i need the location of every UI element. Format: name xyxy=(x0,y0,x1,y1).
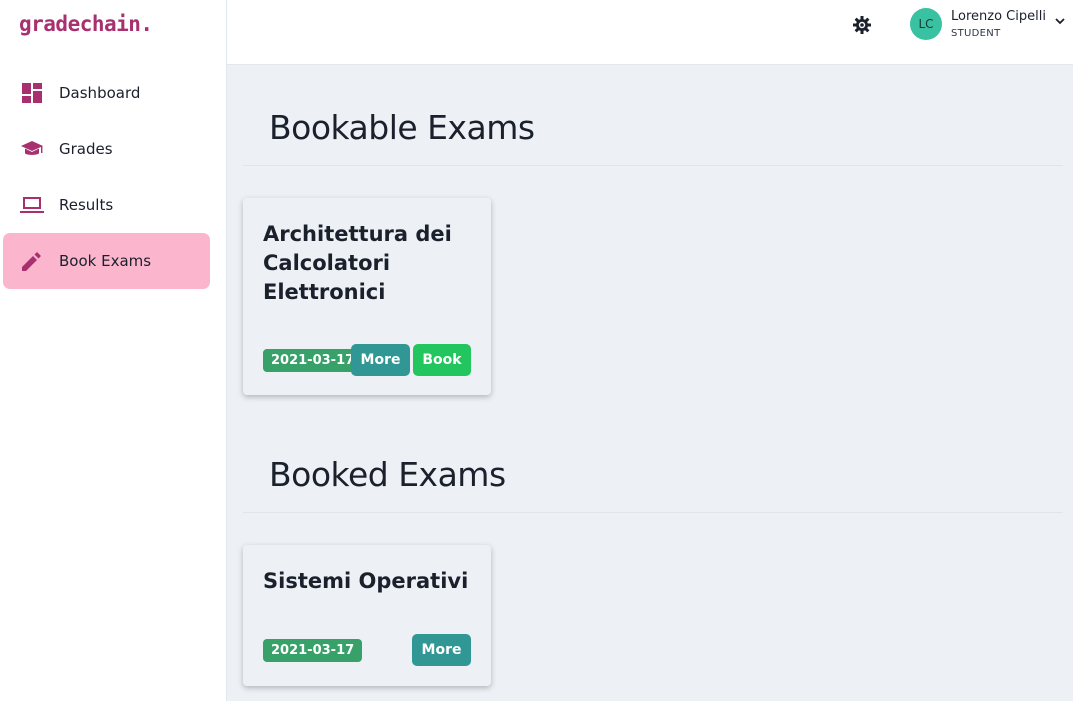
sidebar-item-results[interactable]: Results xyxy=(3,177,210,233)
exam-name: Sistemi Operativi xyxy=(263,569,469,593)
gear-icon[interactable] xyxy=(852,15,872,35)
sidebar-nav: Dashboard Grades Results Book Exams xyxy=(0,65,227,289)
section-divider xyxy=(243,512,1063,513)
booked-exams-title: Booked Exams xyxy=(269,455,506,494)
user-name: Lorenzo Cipelli xyxy=(951,9,1046,24)
bookable-exams-title: Bookable Exams xyxy=(269,108,535,147)
more-button[interactable]: More xyxy=(351,344,410,376)
sidebar-item-dashboard[interactable]: Dashboard xyxy=(3,65,210,121)
graduation-cap-icon xyxy=(20,137,44,161)
sidebar-item-grades[interactable]: Grades xyxy=(3,121,210,177)
sidebar-item-label: Dashboard xyxy=(59,84,141,102)
exam-date-badge: 2021-03-17 xyxy=(263,639,363,662)
sidebar-item-label: Book Exams xyxy=(59,252,152,270)
user-info: Lorenzo Cipelli STUDENT xyxy=(951,9,1046,39)
dashboard-icon xyxy=(20,81,44,105)
exam-name: Architettura dei Calcolatori Elettronici xyxy=(263,222,452,304)
top-bar: LC Lorenzo Cipelli STUDENT xyxy=(227,0,1073,65)
chevron-down-icon[interactable] xyxy=(1054,12,1066,25)
exam-card: Architettura dei Calcolatori Elettronici… xyxy=(243,198,491,395)
brand-logo[interactable]: gradechain. xyxy=(19,12,153,36)
avatar: LC xyxy=(910,8,942,40)
book-button[interactable]: Book xyxy=(413,344,471,376)
laptop-icon xyxy=(20,193,44,217)
exam-card: Sistemi Operativi 2021-03-17 More xyxy=(243,545,491,686)
pencil-icon xyxy=(20,249,44,273)
user-role: STUDENT xyxy=(951,28,1001,39)
user-menu[interactable]: LC Lorenzo Cipelli STUDENT xyxy=(910,8,1066,40)
sidebar-item-label: Grades xyxy=(59,140,113,158)
exam-date-badge: 2021-03-17 xyxy=(263,349,363,372)
sidebar: gradechain. Dashboard Grades Results Boo… xyxy=(0,0,227,701)
sidebar-item-book-exams[interactable]: Book Exams xyxy=(3,233,210,289)
more-button[interactable]: More xyxy=(412,634,471,666)
section-divider xyxy=(243,165,1063,166)
sidebar-item-label: Results xyxy=(59,196,114,214)
